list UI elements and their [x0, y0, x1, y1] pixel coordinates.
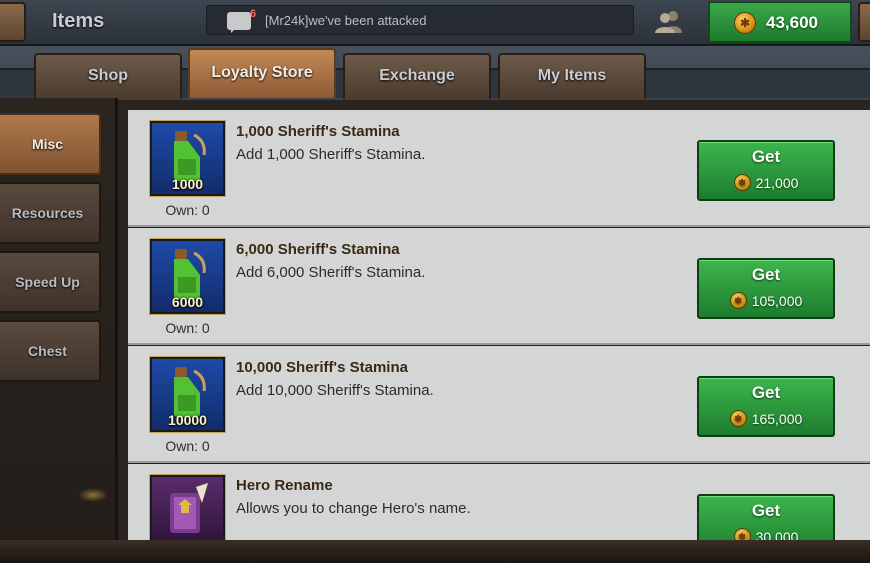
loyalty-coin-icon [729, 292, 747, 309]
category-sidebar: Misc Resources Speed Up Chest [0, 98, 118, 543]
loyalty-coin-icon [729, 410, 747, 427]
list-item: 1000 Own: 0 1,000 Sheriff's Stamina Add … [128, 110, 870, 227]
stamina-potion-icon: 1000 [149, 120, 226, 197]
stamina-potion-icon: 6000 [149, 238, 226, 315]
item-list[interactable]: 1000 Own: 0 1,000 Sheriff's Stamina Add … [128, 110, 870, 540]
owned-count: Own: 0 [165, 438, 210, 454]
tab-exchange[interactable]: Exchange [343, 53, 491, 99]
item-description: Add 6,000 Sheriff's Stamina. [236, 264, 426, 281]
list-item: 6000 Own: 0 6,000 Sheriff's Stamina Add … [128, 228, 870, 345]
chat-ticker[interactable]: 6 [Mr24k]we've been attacked [206, 5, 634, 35]
tab-loyalty-store[interactable]: Loyalty Store [188, 48, 336, 98]
loyalty-coin-icon [733, 174, 751, 191]
price-value: 105,000 [751, 293, 803, 309]
gold-amount: 43,600 [766, 13, 818, 32]
price-value: 165,000 [751, 411, 803, 427]
price-value: 30,000 [755, 529, 799, 540]
category-speed-up[interactable]: Speed Up [0, 251, 101, 313]
chat-message: [Mr24k]we've been attacked [265, 13, 427, 28]
top-right-frame [858, 2, 870, 42]
item-description: Add 10,000 Sheriff's Stamina. [236, 382, 434, 399]
chat-bubble-icon [227, 12, 251, 33]
decorative-glow [78, 488, 108, 502]
category-misc[interactable]: Misc [0, 113, 101, 175]
item-name: 10,000 Sheriff's Stamina [236, 359, 408, 376]
list-item: Hero Rename Allows you to change Hero's … [128, 464, 870, 540]
get-button-label: Get [751, 265, 781, 284]
get-button-label: Get [751, 501, 781, 520]
price: 30,000 [699, 528, 833, 540]
item-quantity: 1000 [171, 176, 204, 192]
page-title: Items [52, 10, 105, 32]
category-resources[interactable]: Resources [0, 182, 101, 244]
item-name: Hero Rename [236, 477, 333, 494]
owned-count: Own: 0 [165, 320, 210, 336]
get-button[interactable]: Get 165,000 [697, 376, 835, 437]
back-button[interactable] [0, 2, 26, 42]
price-value: 21,000 [755, 175, 799, 191]
gold-balance-button[interactable]: 43,600 [708, 1, 852, 43]
get-button[interactable]: Get 30,000 [697, 494, 835, 540]
item-description: Allows you to change Hero's name. [236, 500, 471, 517]
item-name: 6,000 Sheriff's Stamina [236, 241, 400, 258]
stamina-potion-icon: 10000 [149, 356, 226, 433]
tab-my-items[interactable]: My Items [498, 53, 646, 99]
category-chest[interactable]: Chest [0, 320, 101, 382]
get-button[interactable]: Get 21,000 [697, 140, 835, 201]
item-quantity: 6000 [171, 294, 204, 310]
loyalty-coin-icon [734, 12, 756, 34]
owned-count: Own: 0 [165, 202, 210, 218]
price: 105,000 [699, 292, 833, 309]
price: 165,000 [699, 410, 833, 427]
chat-unread-badge: 6 [250, 8, 257, 20]
tab-shop[interactable]: Shop [34, 53, 182, 99]
get-button-label: Get [751, 383, 781, 402]
price: 21,000 [699, 174, 833, 191]
rename-scroll-icon [149, 474, 226, 540]
item-name: 1,000 Sheriff's Stamina [236, 123, 400, 140]
item-description: Add 1,000 Sheriff's Stamina. [236, 146, 426, 163]
bottom-frame [0, 540, 870, 563]
top-bar: Items 6 [Mr24k]we've been attacked 43,60… [0, 0, 870, 46]
loyalty-coin-icon [733, 528, 751, 540]
alliance-icon[interactable] [654, 9, 684, 33]
list-item: 10000 Own: 0 10,000 Sheriff's Stamina Ad… [128, 346, 870, 463]
item-quantity: 10000 [168, 412, 207, 428]
get-button-label: Get [751, 147, 781, 166]
get-button[interactable]: Get 105,000 [697, 258, 835, 319]
